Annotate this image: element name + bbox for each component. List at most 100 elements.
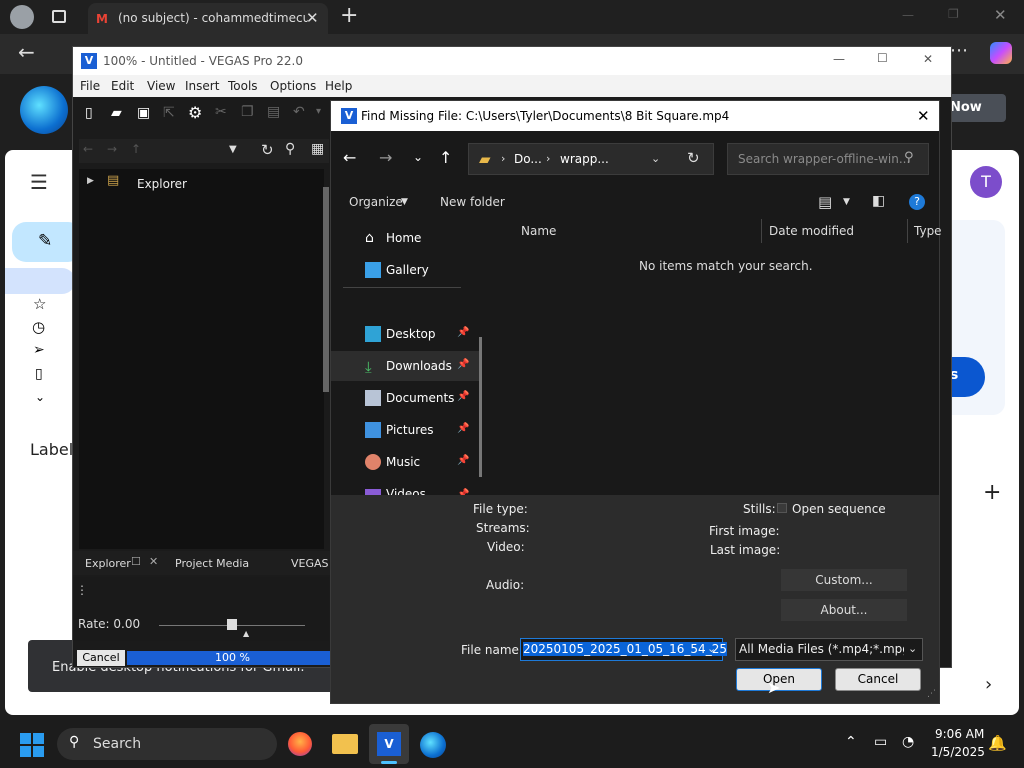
menu-tools[interactable]: Tools xyxy=(228,79,258,93)
about-button[interactable]: About... xyxy=(781,599,907,621)
nav-item-music[interactable]: Music 📌 xyxy=(331,447,481,477)
breadcrumb-wrapper[interactable]: wrapp... xyxy=(560,152,609,166)
more-icon[interactable]: ⋯ xyxy=(950,40,968,61)
network-icon[interactable]: ▭ xyxy=(874,734,887,750)
refresh-icon[interactable]: ↻ xyxy=(687,149,700,167)
tab-explorer-float-icon[interactable]: ☐ xyxy=(131,555,141,568)
menu-options[interactable]: Options xyxy=(270,79,316,93)
dialog-forward-icon[interactable]: → xyxy=(379,148,392,167)
file-explorer-icon[interactable] xyxy=(332,734,358,754)
explorer-path-dropdown-icon[interactable]: ▼ xyxy=(229,144,237,155)
cancel-button[interactable]: Cancel xyxy=(77,650,125,666)
resize-grip-icon[interactable]: ⋰ xyxy=(927,689,936,699)
restore-icon[interactable]: ❐ xyxy=(948,7,959,21)
file-type-filter[interactable]: All Media Files (*.mp4;*.mpg;*.j ⌄ xyxy=(735,638,923,661)
chevron-right-icon[interactable]: › xyxy=(985,674,992,695)
nav-item-documents[interactable]: Documents 📌 xyxy=(331,383,481,413)
browser-close-icon[interactable]: ✕ xyxy=(994,6,1007,24)
paste-icon[interactable]: ▤ xyxy=(267,104,280,120)
open-folder-icon[interactable]: ▰ xyxy=(111,105,122,121)
pin-icon[interactable]: 📌 xyxy=(457,455,469,466)
explorer-options-icon[interactable]: ⚲ xyxy=(285,141,295,157)
explorer-scrollbar[interactable] xyxy=(323,187,329,392)
taskbar-search[interactable]: ⚲ Search xyxy=(57,728,277,760)
back-icon[interactable]: ← xyxy=(18,40,35,64)
menu-help[interactable]: Help xyxy=(325,79,352,93)
nav-item-gallery[interactable]: Gallery xyxy=(331,255,481,285)
column-name[interactable]: Name xyxy=(521,224,556,238)
profile-icon[interactable] xyxy=(10,5,34,29)
view-dropdown-icon[interactable]: ▼ xyxy=(843,197,850,207)
rate-slider-thumb[interactable] xyxy=(227,619,237,630)
menu-insert[interactable]: Insert xyxy=(185,79,219,93)
tab-explorer-close-icon[interactable]: ✕ xyxy=(149,555,158,568)
explorer-up-icon[interactable]: ↑ xyxy=(131,142,141,156)
tray-overflow-icon[interactable]: ⌃ xyxy=(845,734,857,750)
custom-button[interactable]: Custom... xyxy=(781,569,907,591)
menu-edit[interactable]: Edit xyxy=(111,79,134,93)
explorer-view-icon[interactable]: ▦ xyxy=(311,141,324,157)
firefox-icon[interactable] xyxy=(288,732,312,756)
address-dropdown-icon[interactable]: ⌄ xyxy=(651,152,660,165)
vegas-taskbar-icon[interactable]: V xyxy=(369,724,409,764)
save-icon[interactable]: ▣ xyxy=(137,105,150,121)
view-options-icon[interactable]: ▤ xyxy=(818,193,832,211)
tree-expand-icon[interactable]: ▶ xyxy=(87,176,94,186)
volume-icon[interactable]: ◔ xyxy=(902,734,914,750)
explorer-forward-icon[interactable]: → xyxy=(107,142,117,156)
undo-dropdown-icon[interactable]: ▾ xyxy=(316,106,321,117)
nav-item-desktop[interactable]: Desktop 📌 xyxy=(331,319,481,349)
copilot-icon[interactable] xyxy=(990,42,1012,64)
menu-file[interactable]: File xyxy=(80,79,100,93)
pin-icon[interactable]: 📌 xyxy=(457,423,469,434)
inbox-row[interactable] xyxy=(5,268,75,294)
start-button[interactable] xyxy=(20,733,44,757)
dialog-back-icon[interactable]: ← xyxy=(343,148,356,167)
hamburger-icon[interactable]: ☰ xyxy=(30,170,48,194)
search-input[interactable]: Search wrapper-offline-win... ⚲ xyxy=(727,143,929,175)
menu-view[interactable]: View xyxy=(147,79,175,93)
browser-tab[interactable]: M (no subject) - cohammedtimecub ✕ xyxy=(88,3,328,34)
file-name-dropdown-icon[interactable]: ⌄ xyxy=(707,642,716,655)
sent-icon[interactable]: ➢ xyxy=(33,342,45,358)
clock-date[interactable]: 1/5/2025 xyxy=(931,745,985,759)
render-icon[interactable]: ⇱ xyxy=(163,105,175,121)
nav-item-home[interactable]: ⌂ Home xyxy=(331,223,481,253)
column-type[interactable]: Type xyxy=(914,224,942,238)
minimize-icon[interactable]: — xyxy=(902,8,914,22)
drafts-icon[interactable]: ▯ xyxy=(35,366,43,382)
new-folder-button[interactable]: New folder xyxy=(440,195,505,209)
explorer-refresh-icon[interactable]: ↻ xyxy=(261,141,274,159)
nav-item-downloads[interactable]: ⤓ Downloads 📌 xyxy=(331,351,481,381)
tab-project-media[interactable]: Project Media xyxy=(175,557,249,570)
vegas-maximize-icon[interactable]: ☐ xyxy=(877,51,888,65)
tab-close-icon[interactable]: ✕ xyxy=(306,9,319,27)
add-icon[interactable]: + xyxy=(983,480,1001,505)
preview-pane-icon[interactable]: ◧ xyxy=(872,193,885,209)
rate-menu-icon[interactable]: ⋮ xyxy=(76,583,88,597)
tab-explorer[interactable]: Explorer xyxy=(85,557,131,570)
undo-icon[interactable]: ↶ xyxy=(293,104,305,120)
new-tab-button[interactable]: + xyxy=(340,3,358,28)
dialog-cancel-button[interactable]: Cancel xyxy=(835,668,921,691)
notification-bell-icon[interactable]: 🔔 xyxy=(988,734,1007,752)
column-date-modified[interactable]: Date modified xyxy=(769,224,854,238)
snoozed-icon[interactable]: ◷ xyxy=(32,318,45,336)
tab-actions-icon[interactable] xyxy=(52,10,66,23)
more-chevron-icon[interactable]: ⌄ xyxy=(35,390,45,404)
properties-gear-icon[interactable]: ⚙ xyxy=(188,103,202,122)
pin-icon[interactable]: 📌 xyxy=(457,359,469,370)
nav-item-pictures[interactable]: Pictures 📌 xyxy=(331,415,481,445)
copy-icon[interactable]: ❐ xyxy=(241,104,254,120)
vegas-minimize-icon[interactable]: — xyxy=(833,52,845,66)
cut-icon[interactable]: ✂ xyxy=(215,104,227,120)
nav-item-videos[interactable]: Videos 📌 xyxy=(331,479,481,495)
starred-icon[interactable]: ☆ xyxy=(33,295,46,313)
organize-dropdown-icon[interactable]: ▼ xyxy=(401,197,408,207)
address-bar[interactable]: ▰ › Do... › wrapp... ⌄ ↻ xyxy=(468,143,714,175)
dialog-up-icon[interactable]: ↑ xyxy=(439,148,452,167)
file-name-input[interactable]: 20250105_2025_01_05_16_54_25 ⌄ xyxy=(520,638,727,661)
explorer-back-icon[interactable]: ← xyxy=(83,142,93,156)
avatar[interactable]: T xyxy=(970,166,1002,198)
breadcrumb-documents[interactable]: Do... xyxy=(514,152,542,166)
